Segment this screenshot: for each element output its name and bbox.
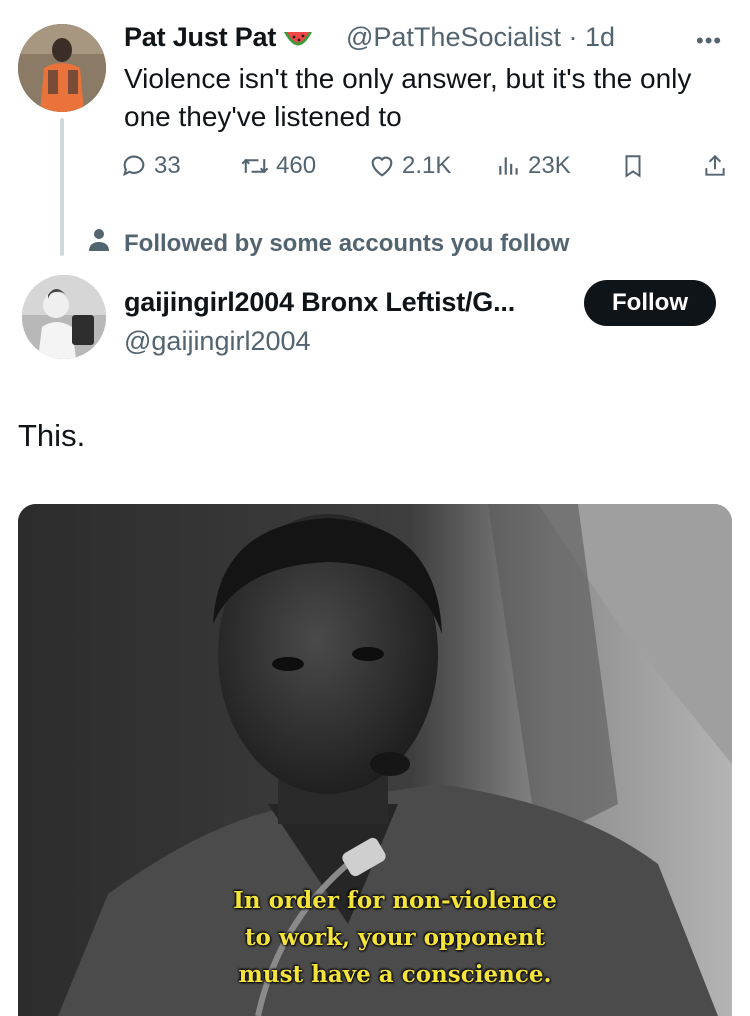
share-icon: [702, 152, 728, 180]
social-context: Followed by some accounts you follow: [88, 228, 569, 259]
watermelon-icon: [282, 27, 314, 49]
reply-button[interactable]: 33: [120, 152, 181, 180]
repost-count: 460: [276, 152, 317, 179]
like-button[interactable]: 2.1K: [368, 152, 451, 180]
thread-connector-line: [60, 118, 64, 256]
author-avatar[interactable]: [22, 275, 106, 359]
parent-display-name[interactable]: Pat Just Pat: [124, 22, 314, 53]
follow-button[interactable]: Follow: [584, 280, 716, 326]
tweet-text: This.: [18, 418, 86, 453]
subtitle-line-1: In order for non-violence: [233, 887, 557, 914]
bookmark-icon: [620, 152, 646, 180]
parent-tweet-text: Violence isn't the only answer, but it's…: [124, 63, 692, 132]
share-button[interactable]: [702, 152, 728, 180]
bookmark-button[interactable]: [620, 152, 646, 180]
heart-icon: [368, 152, 396, 180]
parent-handle-and-time[interactable]: @PatTheSocialist · 1d: [346, 22, 615, 53]
tweet-image[interactable]: In order for non-violence to work, your …: [18, 504, 732, 1016]
author-display-name[interactable]: gaijingirl2004 Bronx Leftist/G...: [124, 287, 515, 318]
repost-icon: [240, 152, 270, 180]
person-icon: [88, 228, 110, 259]
view-count: 23K: [528, 152, 571, 179]
repost-button[interactable]: 460: [240, 152, 316, 180]
views-button[interactable]: 23K: [496, 152, 571, 180]
author-handle[interactable]: @gaijingirl2004: [124, 326, 311, 357]
subtitle-line-2: to work, your opponent: [244, 924, 546, 951]
ellipsis-icon[interactable]: •••: [696, 28, 722, 54]
parent-avatar[interactable]: [18, 24, 106, 112]
like-count: 2.1K: [402, 152, 452, 179]
reply-count: 33: [154, 152, 181, 179]
subtitle-line-3: must have a conscience.: [238, 961, 552, 988]
image-subtitle: In order for non-violence to work, your …: [18, 882, 732, 993]
analytics-icon: [496, 153, 522, 179]
parent-display-name-text[interactable]: Pat Just Pat: [124, 22, 276, 53]
parent-action-bar: 33 460 2.1K 23K: [120, 152, 725, 186]
reply-icon: [120, 152, 148, 180]
followed-by-text: Followed by some accounts you follow: [124, 229, 570, 257]
